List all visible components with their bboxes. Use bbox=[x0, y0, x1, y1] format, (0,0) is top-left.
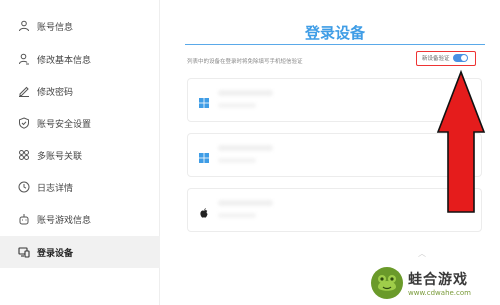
sidebar-item-account-info[interactable]: 账号信息 bbox=[0, 10, 160, 42]
sidebar-item-label: 账号安全设置 bbox=[37, 119, 92, 130]
sidebar-item-link-accounts[interactable]: 多账号关联 bbox=[0, 139, 160, 171]
page-title: 登录设备 bbox=[304, 24, 365, 42]
device-name-redacted bbox=[218, 90, 273, 96]
watermark-url: www.cdwahe.com bbox=[408, 289, 471, 297]
sidebar-item-label: 日志详情 bbox=[37, 183, 74, 194]
device-card[interactable] bbox=[187, 133, 482, 177]
device-detail-redacted bbox=[218, 103, 256, 108]
user-icon bbox=[18, 20, 30, 32]
sidebar-item-log-details[interactable]: 日志详情 bbox=[0, 171, 160, 203]
shield-icon bbox=[18, 117, 30, 129]
watermark-name: 蛙合游戏 bbox=[408, 272, 468, 288]
device-name-redacted bbox=[218, 145, 273, 151]
sidebar-item-label: 账号游戏信息 bbox=[37, 215, 92, 226]
pen-icon bbox=[18, 85, 30, 97]
highlight-box bbox=[416, 51, 476, 66]
sidebar-item-change-password[interactable]: 修改密码 bbox=[0, 75, 160, 107]
sidebar-item-label: 修改基本信息 bbox=[37, 55, 92, 66]
sidebar-item-label: 账号信息 bbox=[37, 22, 74, 33]
clock-icon bbox=[18, 181, 30, 193]
device-card[interactable] bbox=[187, 78, 482, 122]
sidebar-item-label: 登录设备 bbox=[37, 248, 74, 259]
windows-icon bbox=[198, 149, 210, 163]
gamepad-icon bbox=[18, 213, 30, 225]
sidebar-item-label: 多账号关联 bbox=[37, 151, 83, 162]
sidebar-item-game-info[interactable]: 账号游戏信息 bbox=[0, 203, 160, 235]
link-accounts-icon bbox=[18, 149, 30, 161]
device-name-redacted bbox=[218, 200, 273, 206]
device-detail-redacted bbox=[218, 213, 256, 218]
devices-icon bbox=[18, 246, 30, 258]
more-indicator: ︿ bbox=[418, 249, 426, 258]
title-divider bbox=[185, 44, 485, 45]
trusted-devices-hint: 列表中的设备在登录时将免除填写手机短信验证 bbox=[187, 59, 303, 65]
device-card[interactable] bbox=[187, 188, 482, 232]
watermark: 蛙合游戏 www.cdwahe.com bbox=[370, 266, 471, 300]
sidebar-item-security-settings[interactable]: 账号安全设置 bbox=[0, 107, 160, 139]
user-edit-icon bbox=[18, 53, 30, 65]
frog-logo-icon bbox=[370, 266, 404, 300]
sidebar-item-edit-basic-info[interactable]: 修改基本信息 bbox=[0, 43, 160, 75]
windows-icon bbox=[198, 94, 210, 108]
sidebar: 账号信息 修改基本信息 修改密码 账号安全设置 多账号关联 日志详情 账号游戏信… bbox=[0, 0, 160, 305]
sidebar-item-label: 修改密码 bbox=[37, 87, 74, 98]
apple-icon bbox=[198, 204, 210, 218]
device-detail-redacted bbox=[218, 158, 256, 163]
sidebar-item-login-devices[interactable]: 登录设备 bbox=[0, 236, 160, 268]
